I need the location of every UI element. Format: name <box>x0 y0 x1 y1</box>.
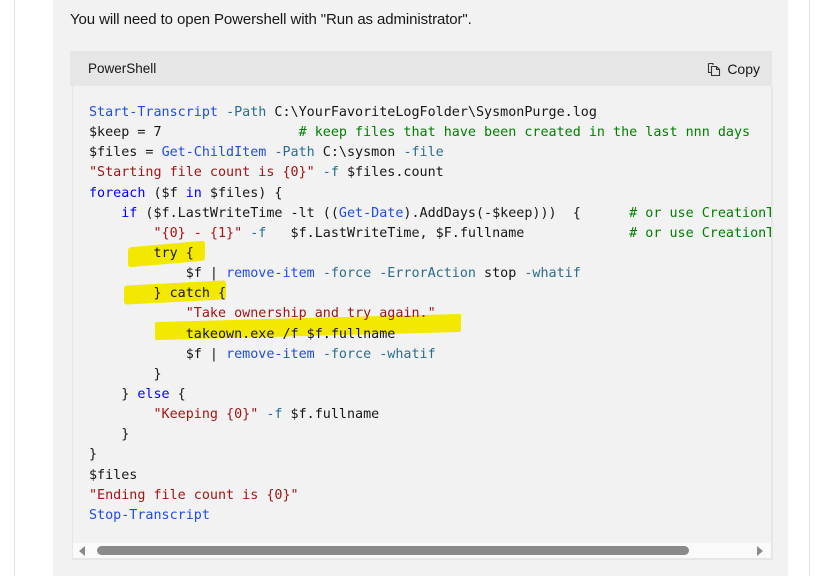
code-parameter: -file <box>403 145 444 161</box>
code-cmdlet: Start-Transcript <box>89 105 218 120</box>
code-text: stop <box>476 266 525 282</box>
code-cmdlet: Get-ChildItem <box>161 145 267 161</box>
code-cmdlet: remove-item <box>226 346 315 362</box>
code-content[interactable]: Start-Transcript -Path C:\YourFavoriteLo… <box>89 103 773 526</box>
code-block: Start-Transcript -Path C:\YourFavoriteLo… <box>72 86 773 560</box>
code-text: } <box>89 427 130 443</box>
content-card: You will need to open Powershell with "R… <box>53 0 788 576</box>
code-line: try { <box>89 244 771 264</box>
code-keyword: else <box>137 386 170 402</box>
code-text: { <box>169 386 186 402</box>
page-border-right <box>809 0 810 576</box>
code-line: Stop-Transcript <box>89 506 771 526</box>
code-parameter: -force <box>322 346 372 362</box>
copy-label: Copy <box>727 61 760 77</box>
code-keyword: in <box>185 185 202 201</box>
code-text: $f | <box>89 346 227 362</box>
code-line: "Take ownership and try again." <box>89 304 771 324</box>
code-text: $files = <box>89 145 162 161</box>
scroll-left-arrow-icon[interactable] <box>79 546 85 556</box>
copy-button[interactable]: Copy <box>707 59 760 79</box>
code-line: } catch { <box>89 284 771 304</box>
code-parameter: -Path <box>226 105 267 120</box>
code-line: } else { <box>89 385 771 405</box>
code-parameter: -whatif <box>524 266 581 282</box>
copy-icon <box>707 62 721 77</box>
code-text: $f.LastWriteTime, $F.fullname <box>266 225 630 241</box>
code-line: $files <box>89 466 771 486</box>
code-keyword: foreach <box>89 185 146 201</box>
code-text: } <box>89 386 138 402</box>
code-text: $keep = 7 <box>89 125 299 141</box>
code-parameter: -force <box>322 266 372 282</box>
code-text: $files <box>89 467 138 483</box>
scrollbar-thumb[interactable] <box>97 546 689 555</box>
code-line: $keep = 7 # keep files that have been cr… <box>89 123 771 143</box>
intro-text: You will need to open Powershell with "R… <box>70 11 472 28</box>
code-string: "Starting file count is {0}" <box>89 165 315 181</box>
code-cmdlet: Stop-Transcript <box>89 507 210 523</box>
code-line: $files = Get-ChildItem -Path C:\sysmon -… <box>89 143 771 163</box>
code-text: ($f <box>145 185 186 201</box>
code-text: try { <box>89 245 194 261</box>
code-language-label: PowerShell <box>88 61 157 76</box>
horizontal-scrollbar[interactable] <box>73 543 771 558</box>
code-parameter: -f <box>322 165 339 181</box>
code-text: } <box>89 447 98 463</box>
code-parameter: -ErrorAction <box>379 266 476 282</box>
code-text: ).AddDays(-$keep))) { <box>403 205 630 221</box>
code-line: if ($f.LastWriteTime -lt ((Get-Date).Add… <box>89 204 773 224</box>
code-parameter: -f <box>266 407 283 423</box>
code-string: "Take ownership and try again." <box>185 306 436 322</box>
code-line: $f | remove-item -force -ErrorAction sto… <box>89 264 771 284</box>
code-comment: # or use CreationTime <box>629 205 773 221</box>
code-block-header: PowerShell Copy <box>70 51 772 86</box>
code-line: "Starting file count is {0}" -f $files.c… <box>89 163 771 183</box>
code-text: C:\sysmon <box>314 145 404 161</box>
code-text: $files) { <box>201 185 283 201</box>
code-text: C:\YourFavoriteLogFolder\SysmonPurge.log <box>266 105 597 120</box>
code-parameter: -whatif <box>379 346 436 362</box>
code-text: $f.fullname <box>282 407 380 423</box>
code-comment: # keep files that have been created in t… <box>298 125 751 141</box>
code-cmdlet: Get-Date <box>338 205 404 221</box>
code-line: "{0} - {1}" -f $f.LastWriteTime, $F.full… <box>89 224 773 244</box>
code-line: "Keeping {0}" -f $f.fullname <box>89 405 771 425</box>
code-line: $f | remove-item -force -whatif <box>89 345 771 365</box>
code-string: "{0} - {1}" <box>153 225 243 241</box>
code-text: $files.count <box>338 165 444 181</box>
code-text: $f | <box>89 266 227 282</box>
code-string: "Ending file count is {0}" <box>89 487 299 503</box>
code-string: "Keeping {0}" <box>153 407 259 423</box>
code-text: } <box>89 366 162 382</box>
code-parameter: -f <box>250 225 267 241</box>
code-text: } catch { <box>89 286 227 302</box>
code-line: } <box>89 445 771 465</box>
code-line: foreach ($f in $files) { <box>89 184 771 204</box>
code-line: takeown.exe /f $f.fullname <box>89 325 771 345</box>
code-line: Start-Transcript -Path C:\YourFavoriteLo… <box>89 103 771 123</box>
code-keyword: if <box>121 205 138 221</box>
code-comment: # or use CreationTime <box>629 225 773 241</box>
scroll-right-arrow-icon[interactable] <box>757 546 763 556</box>
code-line: "Ending file count is {0}" <box>89 486 771 506</box>
code-text: takeown.exe /f $f.fullname <box>89 326 396 342</box>
code-parameter: -Path <box>274 145 315 161</box>
code-cmdlet: remove-item <box>226 266 315 282</box>
page-border-left <box>14 0 15 576</box>
code-line: } <box>89 365 771 385</box>
code-line: } <box>89 425 771 445</box>
code-text: ($f.LastWriteTime -lt (( <box>137 205 339 221</box>
